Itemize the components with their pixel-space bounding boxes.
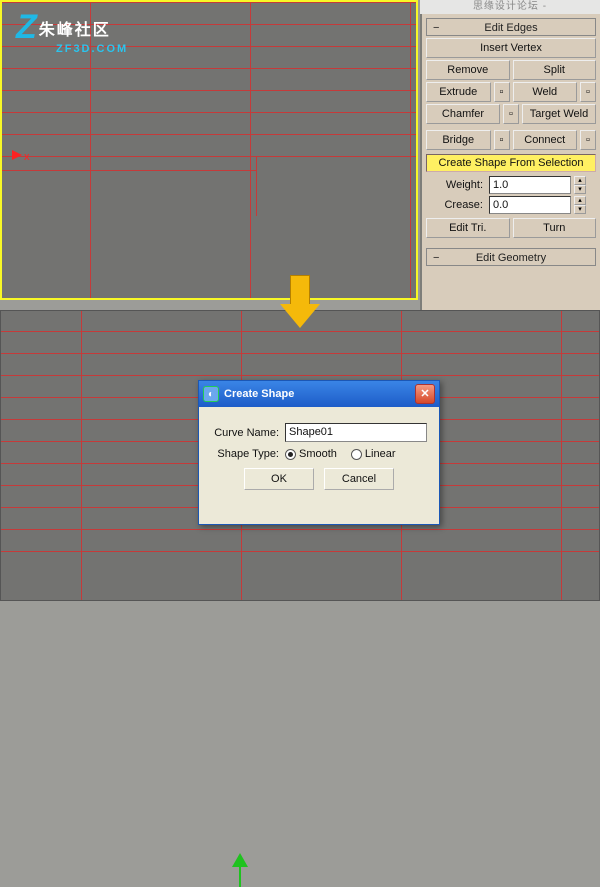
connect-settings-button[interactable]: ▫ — [580, 130, 596, 150]
extrude-settings-button[interactable]: ▫ — [494, 82, 510, 102]
chamfer-button[interactable]: Chamfer — [426, 104, 500, 124]
dialog-title: Create Shape — [224, 388, 415, 400]
create-shape-dialog: ◐ Create Shape ✕ Curve Name: Shape01 Sha… — [198, 380, 440, 525]
edit-tri-button[interactable]: Edit Tri. — [426, 218, 510, 238]
ok-button[interactable]: OK — [244, 468, 314, 490]
insert-vertex-button[interactable]: Insert Vertex — [426, 38, 596, 58]
remove-button[interactable]: Remove — [426, 60, 510, 80]
chamfer-settings-button[interactable]: ▫ — [503, 104, 519, 124]
cancel-button[interactable]: Cancel — [324, 468, 394, 490]
watermark-top: 思缘设计论坛 - WWW.MISSYUAN.COM — [420, 0, 600, 14]
weight-spin-down[interactable]: ▾ — [574, 185, 586, 194]
split-button[interactable]: Split — [513, 60, 597, 80]
weight-spin-up[interactable]: ▴ — [574, 176, 586, 185]
rollout-edit-geometry[interactable]: −Edit Geometry — [426, 248, 596, 266]
curve-name-label: Curve Name: — [211, 427, 285, 439]
bridge-button[interactable]: Bridge — [426, 130, 491, 150]
weight-input[interactable]: 1.0 — [489, 176, 571, 194]
weight-label: Weight: — [436, 176, 486, 194]
extrude-button[interactable]: Extrude — [426, 82, 491, 102]
weld-settings-button[interactable]: ▫ — [580, 82, 596, 102]
transform-gizmo-icon — [232, 853, 248, 887]
radio-linear[interactable]: Linear — [351, 448, 396, 460]
target-weld-button[interactable]: Target Weld — [522, 104, 596, 124]
bridge-settings-button[interactable]: ▫ — [494, 130, 510, 150]
axis-x: x — [12, 150, 30, 163]
dialog-titlebar[interactable]: ◐ Create Shape ✕ — [199, 381, 439, 407]
rollout-edit-edges[interactable]: −Edit Edges — [426, 18, 596, 36]
crease-input[interactable]: 0.0 — [489, 196, 571, 214]
viewport-top[interactable]: Z朱峰社区 ZF3D.COM x — [0, 0, 418, 300]
crease-spin-up[interactable]: ▴ — [574, 196, 586, 205]
command-panel: −Edit Edges Insert Vertex Remove Split E… — [420, 14, 600, 310]
create-shape-from-selection-button[interactable]: Create Shape From Selection — [426, 154, 596, 172]
crease-spin-down[interactable]: ▾ — [574, 205, 586, 214]
radio-smooth[interactable]: Smooth — [285, 448, 337, 460]
app-icon: ◐ — [203, 386, 219, 402]
flow-arrow-icon — [280, 275, 320, 330]
close-button[interactable]: ✕ — [415, 384, 435, 404]
shape-type-label: Shape Type: — [211, 448, 285, 460]
curve-name-input[interactable]: Shape01 — [285, 423, 427, 442]
turn-button[interactable]: Turn — [513, 218, 597, 238]
weld-button[interactable]: Weld — [513, 82, 578, 102]
connect-button[interactable]: Connect — [513, 130, 578, 150]
crease-label: Crease: — [436, 196, 486, 214]
brand-logo: Z朱峰社区 ZF3D.COM — [16, 8, 128, 55]
